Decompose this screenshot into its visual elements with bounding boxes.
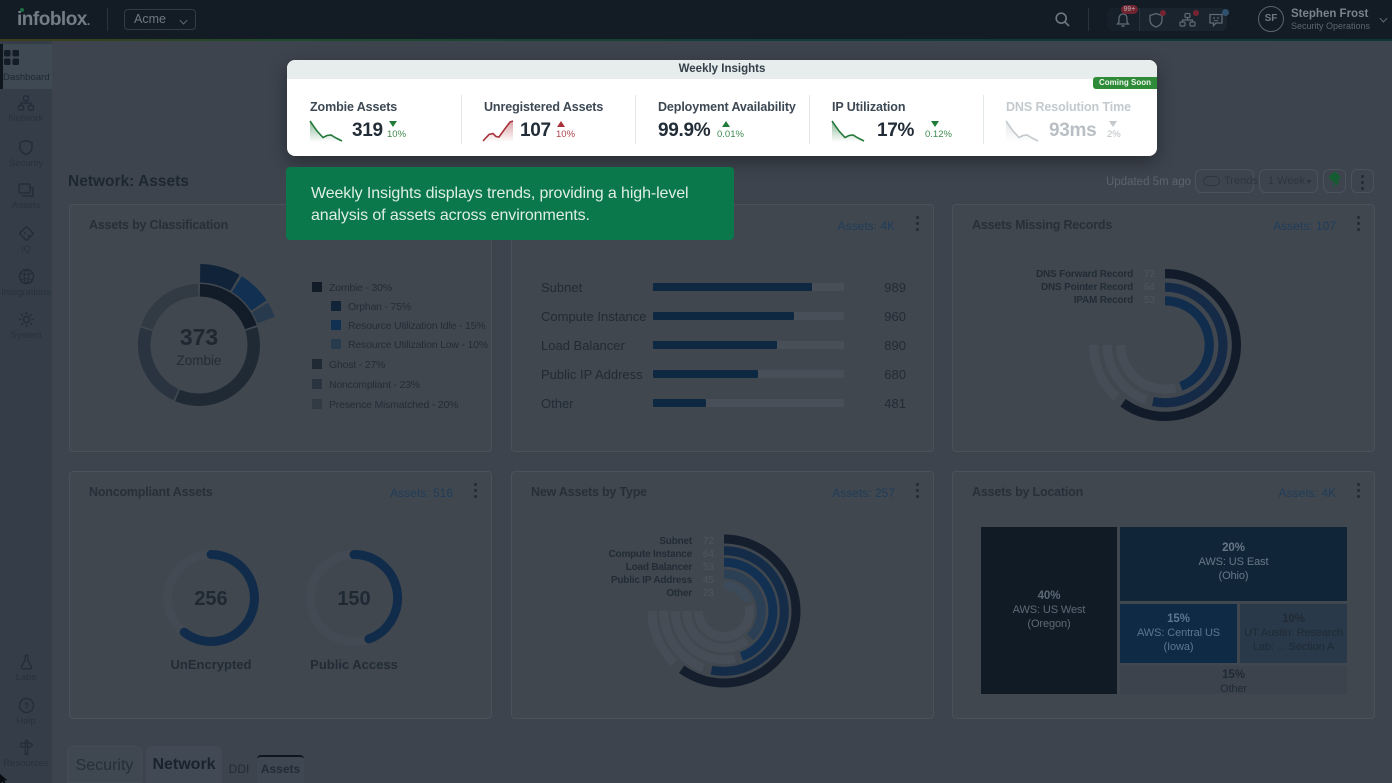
svg-text:373: 373 xyxy=(180,324,218,350)
svg-text:Zombie: Zombie xyxy=(176,353,221,368)
svg-text:45: 45 xyxy=(703,575,715,586)
svg-text:Load Balancer: Load Balancer xyxy=(626,562,693,573)
svg-text:256: 256 xyxy=(194,588,227,610)
svg-text:Subnet: Subnet xyxy=(659,536,693,547)
svg-text:150: 150 xyxy=(337,588,370,610)
svg-text:64: 64 xyxy=(1144,282,1156,293)
svg-text:Public IP Address: Public IP Address xyxy=(611,575,693,586)
svg-text:Other: Other xyxy=(666,588,692,599)
svg-text:53: 53 xyxy=(703,562,715,573)
svg-text:IPAM Record: IPAM Record xyxy=(1074,295,1133,306)
svg-text:Public Access: Public Access xyxy=(310,657,398,672)
svg-text:DNS Forward Record: DNS Forward Record xyxy=(1036,269,1133,280)
svg-text:Compute Instance: Compute Instance xyxy=(609,549,693,560)
svg-text:DNS Pointer Record: DNS Pointer Record xyxy=(1041,282,1133,293)
svg-text:?: ? xyxy=(23,701,29,711)
svg-text:23: 23 xyxy=(703,588,715,599)
svg-text:64: 64 xyxy=(703,549,715,560)
svg-text:UnEncrypted: UnEncrypted xyxy=(171,657,252,672)
svg-text:72: 72 xyxy=(1144,269,1156,280)
svg-text:72: 72 xyxy=(703,536,715,547)
svg-text:53: 53 xyxy=(1144,295,1156,306)
